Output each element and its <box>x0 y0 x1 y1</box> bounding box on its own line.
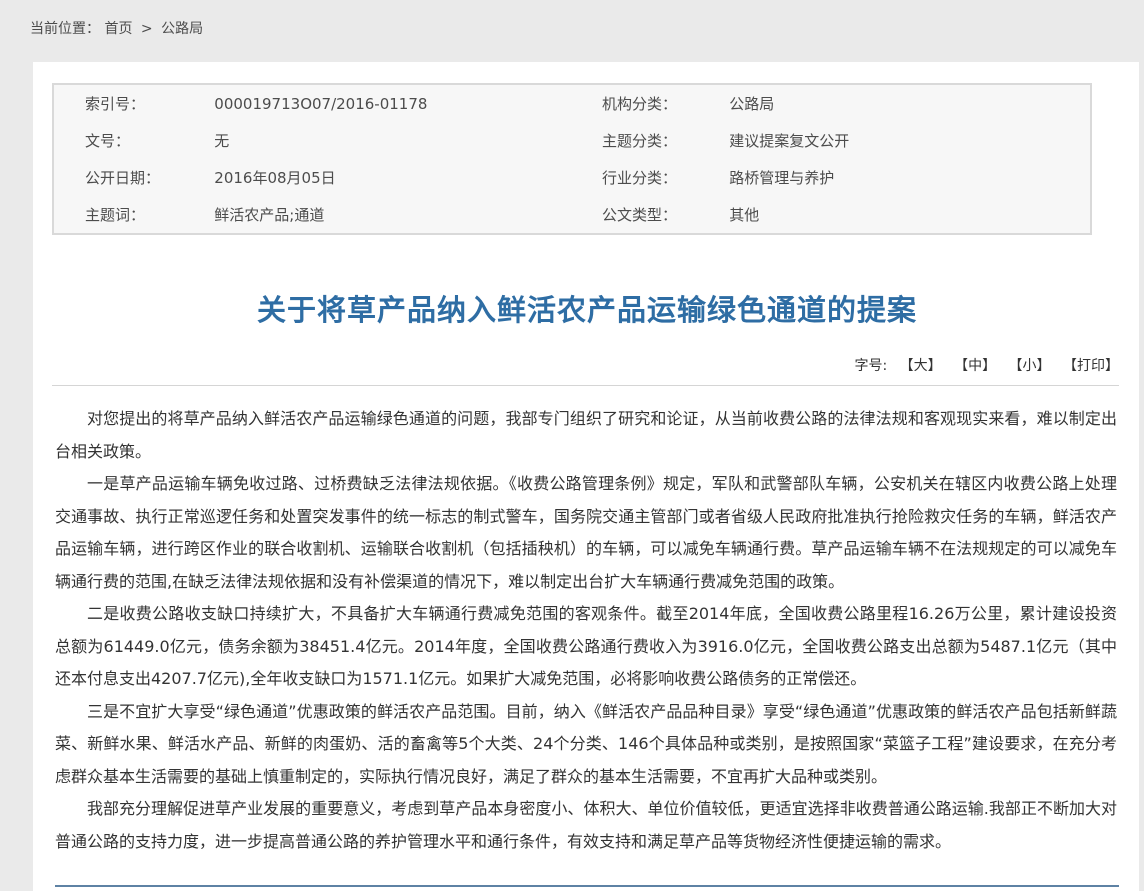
article-body: 对您提出的将草产品纳入鲜活农产品运输绿色通道的问题，我部专门组织了研究和论证，从… <box>55 403 1117 858</box>
table-row: 文号： 无 主题分类： 建议提案复文公开 <box>53 122 1091 159</box>
article-paragraph: 对您提出的将草产品纳入鲜活农产品运输绿色通道的问题，我部专门组织了研究和论证，从… <box>55 403 1117 468</box>
meta-value: 2016年08月05日 <box>214 159 602 196</box>
font-size-medium-button[interactable]: 【中】 <box>954 358 996 374</box>
meta-value: 000019713O07/2016-01178 <box>214 84 602 122</box>
meta-value: 公路局 <box>729 84 1091 122</box>
meta-label: 机构分类： <box>602 84 729 122</box>
font-size-small-button[interactable]: 【小】 <box>1009 358 1051 374</box>
meta-label: 文号： <box>53 122 214 159</box>
breadcrumb-label: 当前位置： <box>30 21 100 37</box>
table-row: 主题词： 鲜活农产品;通道 公文类型： 其他 <box>53 196 1091 234</box>
meta-label: 主题词： <box>53 196 214 234</box>
font-size-bar: 字号: 【大】 【中】 【小】 【打印】 <box>33 355 1119 375</box>
article-paragraph: 二是收费公路收支缺口持续扩大，不具备扩大车辆通行费减免范围的客观条件。截至201… <box>55 598 1117 696</box>
meta-label: 公开日期： <box>53 159 214 196</box>
meta-label: 公文类型： <box>602 196 729 234</box>
meta-value: 无 <box>214 122 602 159</box>
article-paragraph: 三是不宜扩大享受“绿色通道”优惠政策的鲜活农产品范围。目前，纳入《鲜活农产品品种… <box>55 696 1117 794</box>
meta-value: 鲜活农产品;通道 <box>214 196 602 234</box>
meta-value: 路桥管理与养护 <box>729 159 1091 196</box>
article-paragraph: 一是草产品运输车辆免收过路、过桥费缺乏法律法规依据。《收费公路管理条例》规定，军… <box>55 468 1117 598</box>
meta-label: 主题分类： <box>602 122 729 159</box>
top-divider <box>52 385 1119 386</box>
meta-label: 索引号： <box>53 84 214 122</box>
content-card: 索引号： 000019713O07/2016-01178 机构分类： 公路局 文… <box>33 62 1139 891</box>
bottom-divider <box>55 885 1119 887</box>
print-button[interactable]: 【打印】 <box>1063 358 1119 374</box>
page-title: 关于将草产品纳入鲜活农产品运输绿色通道的提案 <box>52 287 1122 329</box>
table-row: 索引号： 000019713O07/2016-01178 机构分类： 公路局 <box>53 84 1091 122</box>
metadata-table: 索引号： 000019713O07/2016-01178 机构分类： 公路局 文… <box>52 83 1092 235</box>
font-size-large-button[interactable]: 【大】 <box>900 358 942 374</box>
table-row: 公开日期： 2016年08月05日 行业分类： 路桥管理与养护 <box>53 159 1091 196</box>
meta-label: 行业分类： <box>602 159 729 196</box>
breadcrumb-current-link[interactable]: 公路局 <box>161 21 203 37</box>
meta-value: 其他 <box>729 196 1091 234</box>
breadcrumb-separator: > <box>141 21 153 37</box>
breadcrumb-home-link[interactable]: 首页 <box>104 21 132 37</box>
font-size-label: 字号: <box>854 358 887 374</box>
article-paragraph: 我部充分理解促进草产业发展的重要意义，考虑到草产品本身密度小、体积大、单位价值较… <box>55 793 1117 858</box>
meta-value: 建议提案复文公开 <box>729 122 1091 159</box>
breadcrumb: 当前位置： 首页 > 公路局 <box>0 0 1144 62</box>
